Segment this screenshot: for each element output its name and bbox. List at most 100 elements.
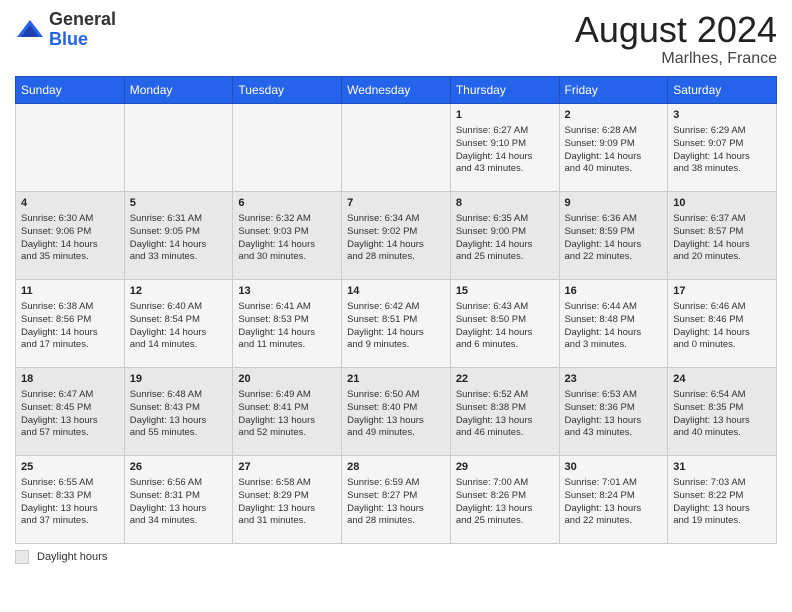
logo: General Blue: [15, 10, 116, 50]
footer: Daylight hours: [15, 550, 777, 564]
day-info: Sunrise: 7:03 AM Sunset: 8:22 PM Dayligh…: [673, 477, 771, 528]
day-info: Sunrise: 6:30 AM Sunset: 9:06 PM Dayligh…: [21, 213, 119, 264]
calendar-cell: 19 Sunrise: 6:48 AM Sunset: 8:43 PM Dayli…: [124, 367, 233, 455]
calendar-cell: 13 Sunrise: 6:41 AM Sunset: 8:53 PM Dayli…: [233, 279, 342, 367]
calendar-cell: 14Sunrise: 6:42 AM Sunset: 8:51 PM Dayli…: [342, 279, 451, 367]
calendar-cell: 10Sunrise: 6:37 AM Sunset: 8:57 PM Dayli…: [668, 191, 777, 279]
weekday-header-tuesday: Tuesday: [233, 76, 342, 103]
calendar-week-3: 11Sunrise: 6:38 AM Sunset: 8:56 PM Dayli…: [16, 279, 777, 367]
calendar-cell: [342, 103, 451, 191]
calendar-cell: 28Sunrise: 6:59 AM Sunset: 8:27 PM Dayli…: [342, 455, 451, 543]
day-number: 2: [565, 108, 663, 123]
calendar-cell: 20 Sunrise: 6:49 AM Sunset: 8:41 PM Dayli…: [233, 367, 342, 455]
day-number: 19: [130, 372, 228, 387]
calendar-cell: 30 Sunrise: 7:01 AM Sunset: 8:24 PM Dayli…: [559, 455, 668, 543]
calendar-cell: 15Sunrise: 6:43 AM Sunset: 8:50 PM Dayli…: [450, 279, 559, 367]
day-number: 27: [238, 460, 336, 475]
logo-icon: [15, 15, 45, 45]
day-info: Sunrise: 6:40 AM Sunset: 8:54 PM Dayligh…: [130, 301, 228, 352]
calendar-cell: 16Sunrise: 6:44 AM Sunset: 8:48 PM Dayli…: [559, 279, 668, 367]
day-number: 23: [565, 372, 663, 387]
day-info: Sunrise: 6:55 AM Sunset: 8:33 PM Dayligh…: [21, 477, 119, 528]
logo-text-general: General: [49, 9, 116, 29]
title-block: August 2024 Marlhes, France: [575, 10, 777, 68]
day-info: Sunrise: 6:36 AM Sunset: 8:59 PM Dayligh…: [565, 213, 663, 264]
day-info: Sunrise: 6:54 AM Sunset: 8:35 PM Dayligh…: [673, 389, 771, 440]
calendar-cell: 3 Sunrise: 6:29 AM Sunset: 9:07 PM Daylig…: [668, 103, 777, 191]
day-number: 17: [673, 284, 771, 299]
day-number: 1: [456, 108, 554, 123]
calendar-week-2: 4Sunrise: 6:30 AM Sunset: 9:06 PM Daylig…: [16, 191, 777, 279]
day-number: 11: [21, 284, 119, 299]
calendar-cell: 12Sunrise: 6:40 AM Sunset: 8:54 PM Dayli…: [124, 279, 233, 367]
day-number: 24: [673, 372, 771, 387]
calendar-cell: 31Sunrise: 7:03 AM Sunset: 8:22 PM Dayli…: [668, 455, 777, 543]
weekday-header-thursday: Thursday: [450, 76, 559, 103]
calendar-cell: 23Sunrise: 6:53 AM Sunset: 8:36 PM Dayli…: [559, 367, 668, 455]
calendar-cell: 4Sunrise: 6:30 AM Sunset: 9:06 PM Daylig…: [16, 191, 125, 279]
day-info: Sunrise: 6:47 AM Sunset: 8:45 PM Dayligh…: [21, 389, 119, 440]
day-info: Sunrise: 6:50 AM Sunset: 8:40 PM Dayligh…: [347, 389, 445, 440]
day-info: Sunrise: 6:42 AM Sunset: 8:51 PM Dayligh…: [347, 301, 445, 352]
day-info: Sunrise: 6:34 AM Sunset: 9:02 PM Dayligh…: [347, 213, 445, 264]
calendar-cell: [16, 103, 125, 191]
calendar-cell: 17 Sunrise: 6:46 AM Sunset: 8:46 PM Dayli…: [668, 279, 777, 367]
day-number: 13: [238, 284, 336, 299]
day-number: 5: [130, 196, 228, 211]
location-subtitle: Marlhes, France: [575, 50, 777, 68]
calendar-week-5: 25Sunrise: 6:55 AM Sunset: 8:33 PM Dayli…: [16, 455, 777, 543]
calendar-cell: 8 Sunrise: 6:35 AM Sunset: 9:00 PM Daylig…: [450, 191, 559, 279]
day-number: 7: [347, 196, 445, 211]
calendar-cell: 21 Sunrise: 6:50 AM Sunset: 8:40 PM Dayli…: [342, 367, 451, 455]
month-year-title: August 2024: [575, 10, 777, 50]
calendar-cell: 18Sunrise: 6:47 AM Sunset: 8:45 PM Dayli…: [16, 367, 125, 455]
calendar-cell: [233, 103, 342, 191]
day-number: 26: [130, 460, 228, 475]
day-number: 3: [673, 108, 771, 123]
calendar-cell: 7 Sunrise: 6:34 AM Sunset: 9:02 PM Daylig…: [342, 191, 451, 279]
day-info: Sunrise: 7:01 AM Sunset: 8:24 PM Dayligh…: [565, 477, 663, 528]
day-number: 30: [565, 460, 663, 475]
day-info: Sunrise: 6:41 AM Sunset: 8:53 PM Dayligh…: [238, 301, 336, 352]
day-number: 10: [673, 196, 771, 211]
day-info: Sunrise: 6:56 AM Sunset: 8:31 PM Dayligh…: [130, 477, 228, 528]
daylight-legend-box: [15, 550, 29, 564]
day-number: 22: [456, 372, 554, 387]
day-info: Sunrise: 6:48 AM Sunset: 8:43 PM Dayligh…: [130, 389, 228, 440]
page-header: General Blue August 2024 Marlhes, France: [15, 10, 777, 68]
weekday-header-monday: Monday: [124, 76, 233, 103]
daylight-legend-label: Daylight hours: [37, 551, 107, 563]
day-number: 6: [238, 196, 336, 211]
day-info: Sunrise: 6:35 AM Sunset: 9:00 PM Dayligh…: [456, 213, 554, 264]
calendar-week-4: 18Sunrise: 6:47 AM Sunset: 8:45 PM Dayli…: [16, 367, 777, 455]
calendar-cell: 11Sunrise: 6:38 AM Sunset: 8:56 PM Dayli…: [16, 279, 125, 367]
calendar-cell: 26 Sunrise: 6:56 AM Sunset: 8:31 PM Dayli…: [124, 455, 233, 543]
calendar-cell: 25Sunrise: 6:55 AM Sunset: 8:33 PM Dayli…: [16, 455, 125, 543]
day-info: Sunrise: 6:52 AM Sunset: 8:38 PM Dayligh…: [456, 389, 554, 440]
calendar-week-1: 1 Sunrise: 6:27 AM Sunset: 9:10 PM Daylig…: [16, 103, 777, 191]
day-info: Sunrise: 6:27 AM Sunset: 9:10 PM Dayligh…: [456, 125, 554, 176]
day-number: 8: [456, 196, 554, 211]
calendar-cell: 22 Sunrise: 6:52 AM Sunset: 8:38 PM Dayli…: [450, 367, 559, 455]
calendar-cell: 27 Sunrise: 6:58 AM Sunset: 8:29 PM Dayli…: [233, 455, 342, 543]
day-info: Sunrise: 6:43 AM Sunset: 8:50 PM Dayligh…: [456, 301, 554, 352]
calendar-cell: [124, 103, 233, 191]
weekday-header-saturday: Saturday: [668, 76, 777, 103]
day-info: Sunrise: 6:28 AM Sunset: 9:09 PM Dayligh…: [565, 125, 663, 176]
calendar-cell: 1 Sunrise: 6:27 AM Sunset: 9:10 PM Daylig…: [450, 103, 559, 191]
day-number: 20: [238, 372, 336, 387]
calendar-cell: 9 Sunrise: 6:36 AM Sunset: 8:59 PM Daylig…: [559, 191, 668, 279]
day-info: Sunrise: 6:46 AM Sunset: 8:46 PM Dayligh…: [673, 301, 771, 352]
day-info: Sunrise: 6:44 AM Sunset: 8:48 PM Dayligh…: [565, 301, 663, 352]
calendar-cell: 24 Sunrise: 6:54 AM Sunset: 8:35 PM Dayli…: [668, 367, 777, 455]
day-info: Sunrise: 6:49 AM Sunset: 8:41 PM Dayligh…: [238, 389, 336, 440]
weekday-header-wednesday: Wednesday: [342, 76, 451, 103]
day-number: 9: [565, 196, 663, 211]
weekday-header-sunday: Sunday: [16, 76, 125, 103]
day-number: 21: [347, 372, 445, 387]
day-info: Sunrise: 6:58 AM Sunset: 8:29 PM Dayligh…: [238, 477, 336, 528]
day-info: Sunrise: 6:29 AM Sunset: 9:07 PM Dayligh…: [673, 125, 771, 176]
calendar-cell: 29Sunrise: 7:00 AM Sunset: 8:26 PM Dayli…: [450, 455, 559, 543]
logo-text-blue: Blue: [49, 29, 88, 49]
day-info: Sunrise: 6:32 AM Sunset: 9:03 PM Dayligh…: [238, 213, 336, 264]
